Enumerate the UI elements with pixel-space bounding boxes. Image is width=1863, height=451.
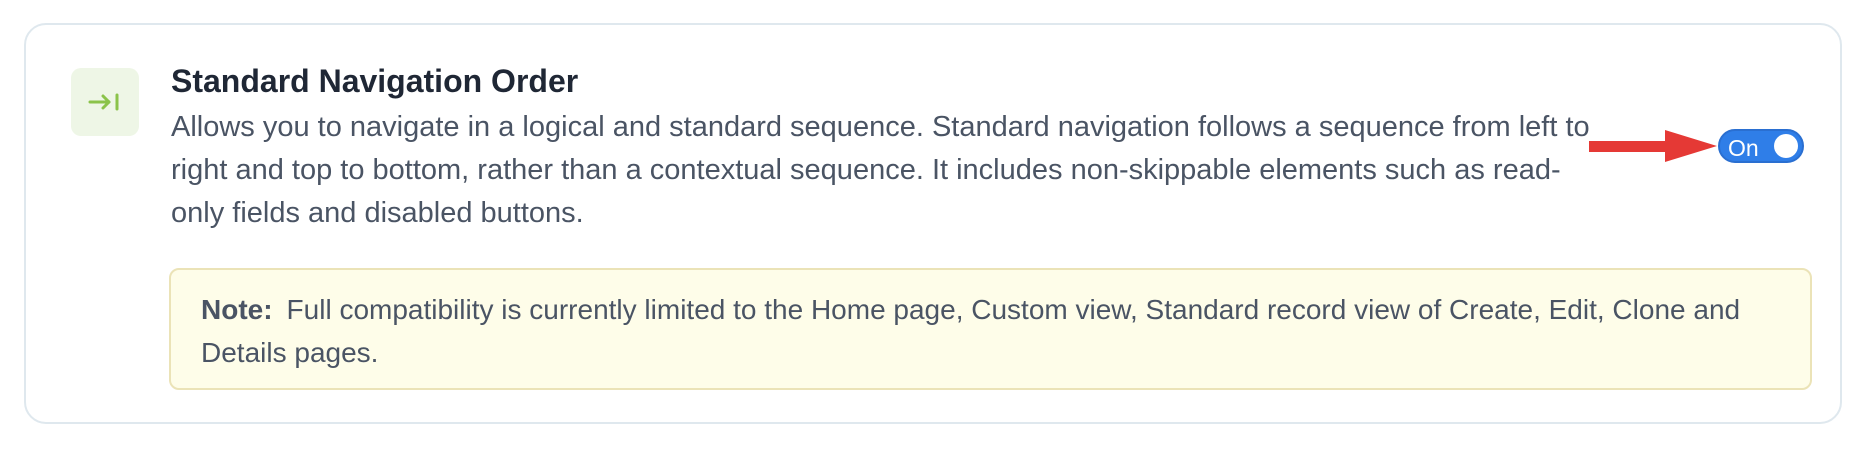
toggle-label: On — [1728, 135, 1759, 161]
setting-title: Standard Navigation Order — [171, 63, 579, 99]
setting-card: Standard Navigation Order Allows you to … — [24, 23, 1842, 424]
setting-description: Allows you to navigate in a logical and … — [171, 111, 1590, 229]
toggle-knob — [1774, 134, 1798, 158]
note-label: Note: — [201, 294, 273, 325]
red-arrow-icon — [1589, 130, 1717, 162]
arrow-right-to-bar-icon — [71, 68, 139, 136]
navigation-order-toggle[interactable]: On — [1718, 129, 1804, 163]
note-box: Note: Full compatibility is currently lim… — [169, 268, 1812, 390]
note-text: Full compatibility is currently limited … — [201, 294, 1741, 368]
